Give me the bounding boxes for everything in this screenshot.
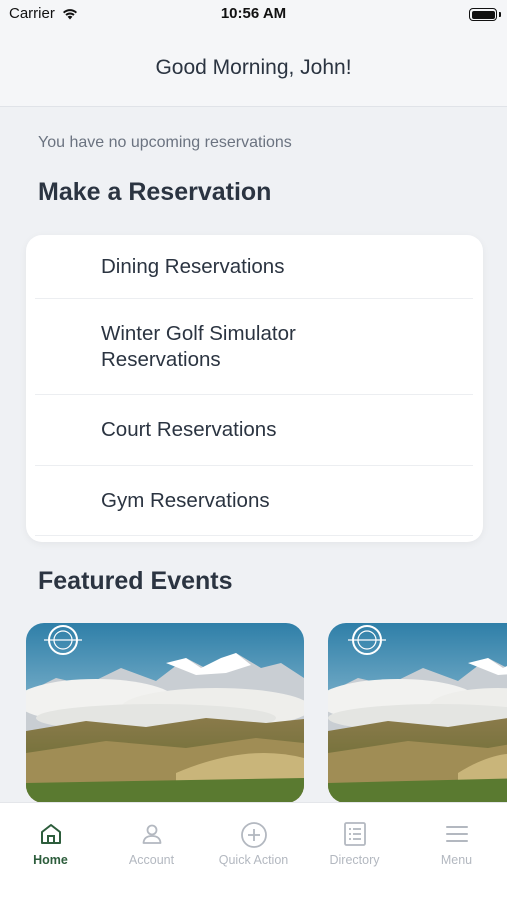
header: Good Morning, John! xyxy=(0,30,507,107)
tab-quick-action[interactable]: Quick Action xyxy=(203,803,304,883)
tab-label: Quick Action xyxy=(218,853,289,867)
clock: 10:56 AM xyxy=(220,5,287,22)
plus-circle-icon xyxy=(240,822,267,848)
home-icon xyxy=(40,824,61,844)
event-image xyxy=(328,623,507,803)
tab-menu[interactable]: Menu xyxy=(406,803,507,883)
battery-icon xyxy=(469,8,501,21)
reservation-item-label: Gym Reservations xyxy=(101,488,270,512)
golf-simulator-reservations-item[interactable]: Winter Golf Simulator Reservations xyxy=(26,299,483,394)
dining-reservations-item[interactable]: Dining Reservations xyxy=(26,235,483,298)
tab-home[interactable]: Home xyxy=(0,803,101,883)
reservation-item-label: Winter Golf Simulator Reservations xyxy=(101,321,296,371)
tab-account[interactable]: Account xyxy=(101,803,202,883)
make-reservation-title: Make a Reservation xyxy=(38,178,272,206)
tab-label: Directory xyxy=(329,853,380,867)
tab-label: Account xyxy=(128,853,175,867)
hamburger-icon xyxy=(445,826,468,842)
event-image xyxy=(26,623,304,803)
greeting-title: Good Morning, John! xyxy=(155,56,352,79)
person-icon xyxy=(142,824,161,844)
divider xyxy=(35,535,473,536)
event-card[interactable] xyxy=(26,623,304,803)
event-card[interactable] xyxy=(328,623,507,803)
no-reservations-text: You have no upcoming reservations xyxy=(38,134,292,151)
reservation-list-card: Dining Reservations Winter Golf Simulato… xyxy=(26,235,483,542)
reservation-item-label: Court Reservations xyxy=(101,418,277,441)
reservation-item-label: Dining Reservations xyxy=(101,254,285,278)
status-bar: Carrier 10:56 AM xyxy=(0,0,507,30)
tab-label: Menu xyxy=(440,853,473,867)
tab-bar: Home Account Quick Action Directory Menu xyxy=(0,802,507,900)
tab-label: Home xyxy=(33,853,68,867)
court-reservations-item[interactable]: Court Reservations xyxy=(26,395,483,465)
featured-events-title: Featured Events xyxy=(38,567,233,595)
tab-directory[interactable]: Directory xyxy=(304,803,405,883)
gym-reservations-item[interactable]: Gym Reservations xyxy=(26,466,483,535)
list-icon xyxy=(343,822,366,846)
